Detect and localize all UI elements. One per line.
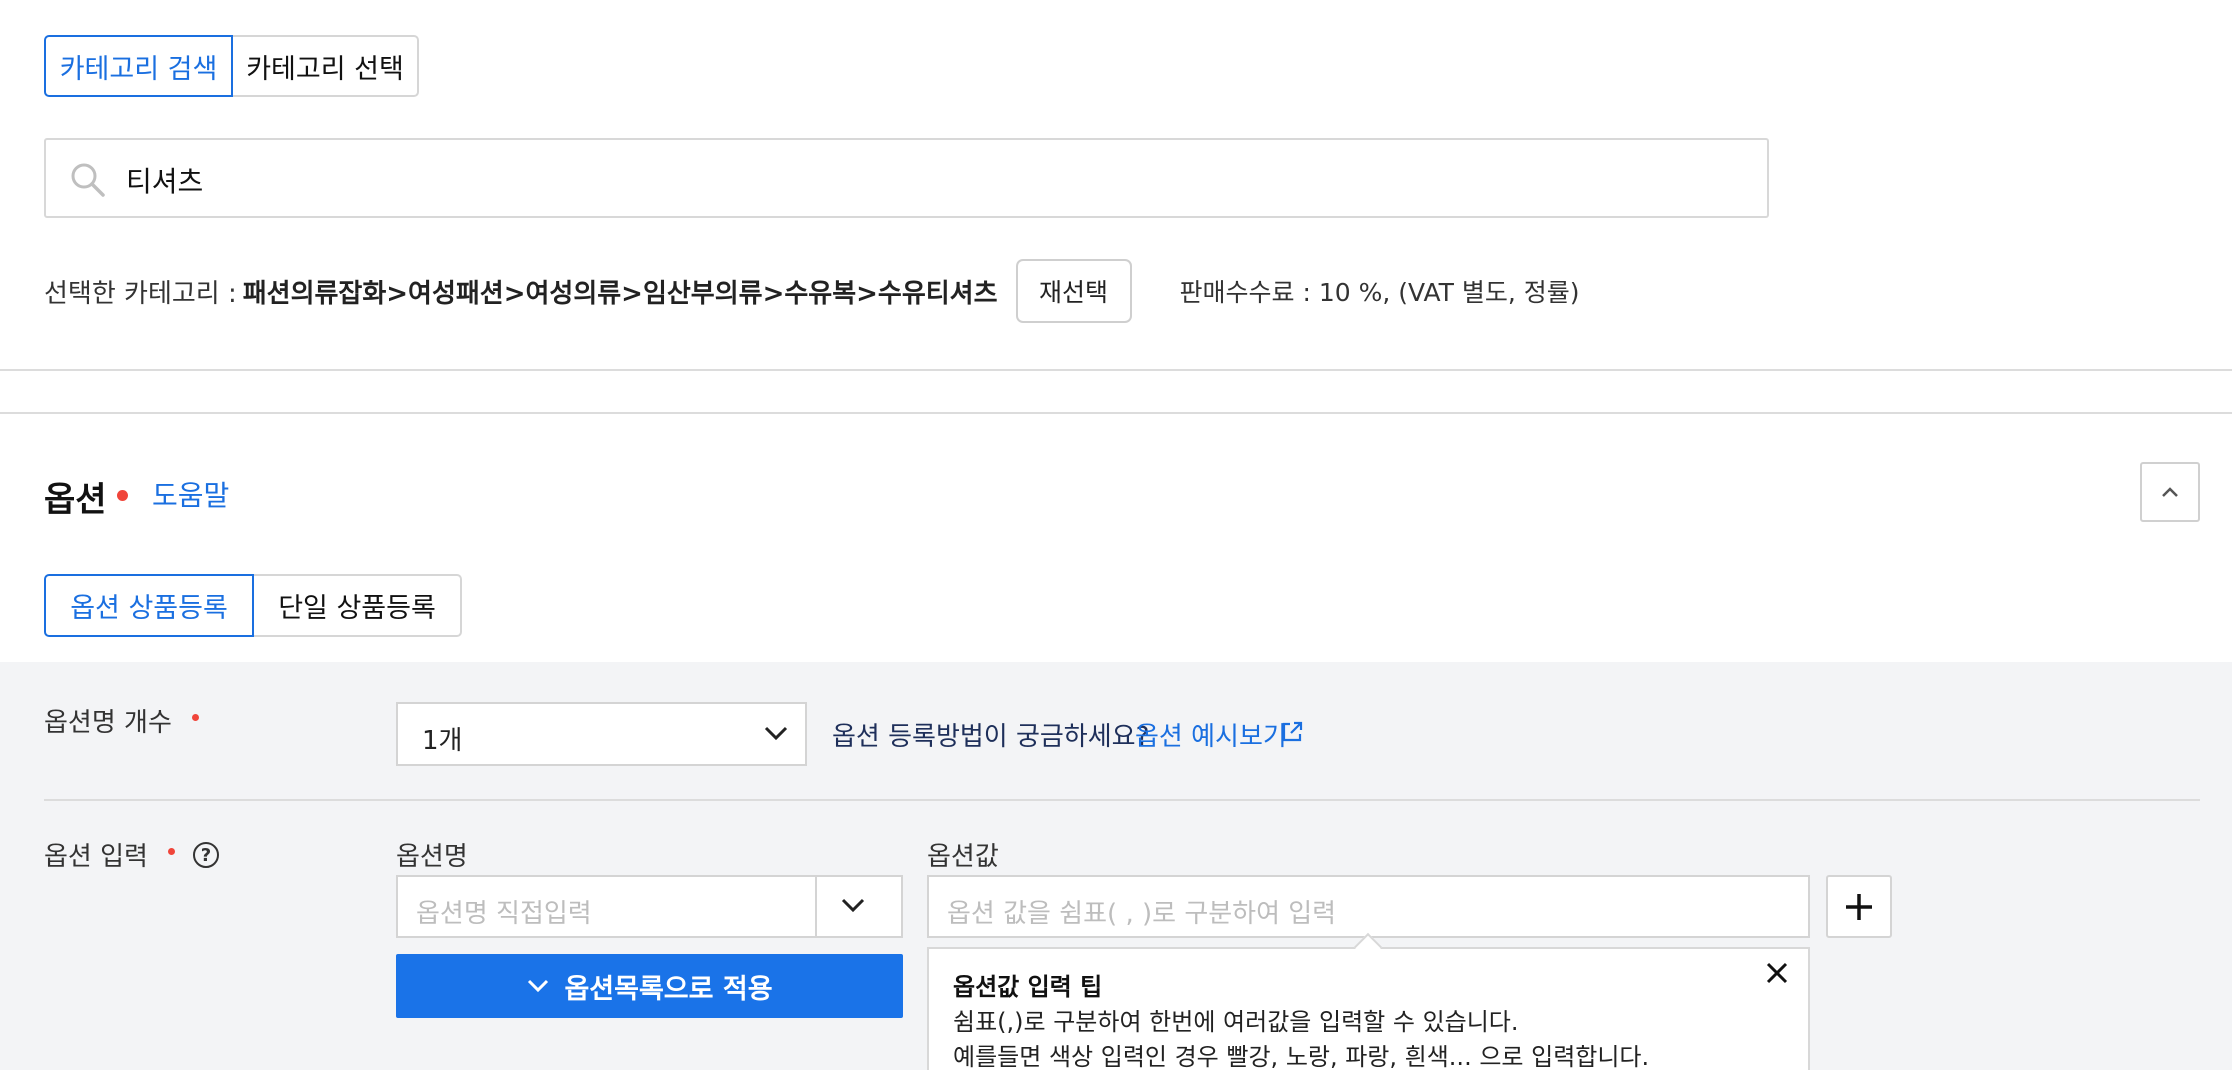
option-count-value: 1개 xyxy=(422,726,463,756)
plus-icon xyxy=(1846,893,1872,920)
required-indicator xyxy=(192,714,199,721)
category-search-input[interactable]: 티셔츠 xyxy=(44,138,1769,218)
option-value-label: 옵션값 xyxy=(927,842,999,872)
search-icon xyxy=(71,163,105,197)
chevron-up-icon xyxy=(2162,487,2178,497)
option-count-label: 옵션명 개수 xyxy=(44,708,172,738)
option-type-tabs: 옵션 상품등록 단일 상품등록 xyxy=(44,574,462,637)
category-tabs: 카테고리 검색 카테고리 선택 xyxy=(44,35,419,97)
option-value-placeholder: 옵션 값을 쉼표( , )로 구분하여 입력 xyxy=(947,899,1337,929)
tip-text: 예를들면 색상 입력인 경우 빨강, 노랑, 파랑, 흰색... 으로 입력합니… xyxy=(953,1043,1650,1070)
option-example-link[interactable]: 옵션 예시보기 xyxy=(1135,716,1287,753)
section-gap xyxy=(0,371,2232,413)
reselect-button[interactable]: 재선택 xyxy=(1015,259,1132,323)
option-section-title: 옵션 xyxy=(44,480,107,520)
external-link-icon[interactable] xyxy=(1280,720,1304,744)
apply-option-list-button[interactable]: 옵션목록으로 적용 xyxy=(396,954,903,1018)
commission-text: 판매수수료 : 10 %, (VAT 별도, 정률) xyxy=(1179,278,1580,307)
tip-title: 옵션값 입력 팁 xyxy=(953,973,1103,1001)
apply-option-list-label: 옵션목록으로 적용 xyxy=(564,973,773,1005)
option-input-label: 옵션 입력 xyxy=(44,842,148,872)
help-link[interactable]: 도움말 xyxy=(152,474,229,514)
tip-text: 쉼표(,)로 구분하여 한번에 여러값을 입력할 수 있습니다. xyxy=(953,1008,1519,1036)
row-divider xyxy=(44,799,2200,801)
option-howto-text: 옵션 등록방법이 궁금하세요? xyxy=(832,722,1150,752)
option-value-input[interactable]: 옵션 값을 쉼표( , )로 구분하여 입력 xyxy=(927,875,1810,938)
search-value: 티셔츠 xyxy=(126,165,204,198)
option-name-label: 옵션명 xyxy=(396,842,468,872)
option-name-placeholder: 옵션명 직접입력 xyxy=(416,899,592,929)
option-name-input[interactable]: 옵션명 직접입력 xyxy=(396,875,903,938)
input-separator xyxy=(815,877,817,936)
selected-category-label: 선택한 카테고리 : xyxy=(44,278,237,309)
selected-category-row: 선택한 카테고리 : 패션의류잡화>여성패션>여성의류>임산부의류>수유복>수유… xyxy=(44,258,1580,324)
option-count-select[interactable]: 1개 xyxy=(396,702,807,766)
required-indicator xyxy=(168,848,175,855)
selected-category-path: 패션의류잡화>여성패션>여성의류>임산부의류>수유복>수유티셔츠 xyxy=(242,278,998,309)
tab-category-search[interactable]: 카테고리 검색 xyxy=(44,35,233,97)
tab-category-select[interactable]: 카테고리 선택 xyxy=(233,35,419,97)
tab-option-product[interactable]: 옵션 상품등록 xyxy=(44,574,254,637)
option-value-tip: 옵션값 입력 팁 쉼표(,)로 구분하여 한번에 여러값을 입력할 수 있습니다… xyxy=(927,947,1810,1070)
chevron-down-icon xyxy=(764,726,788,741)
add-option-button[interactable] xyxy=(1826,875,1892,938)
close-icon[interactable] xyxy=(1765,961,1789,985)
chevron-down-icon xyxy=(528,979,549,993)
required-indicator xyxy=(117,490,128,501)
chevron-down-icon[interactable] xyxy=(840,895,866,915)
section-divider xyxy=(0,412,2232,414)
tab-single-product[interactable]: 단일 상품등록 xyxy=(254,574,462,637)
question-icon[interactable]: ? xyxy=(193,842,219,868)
collapse-button[interactable] xyxy=(2140,462,2200,522)
